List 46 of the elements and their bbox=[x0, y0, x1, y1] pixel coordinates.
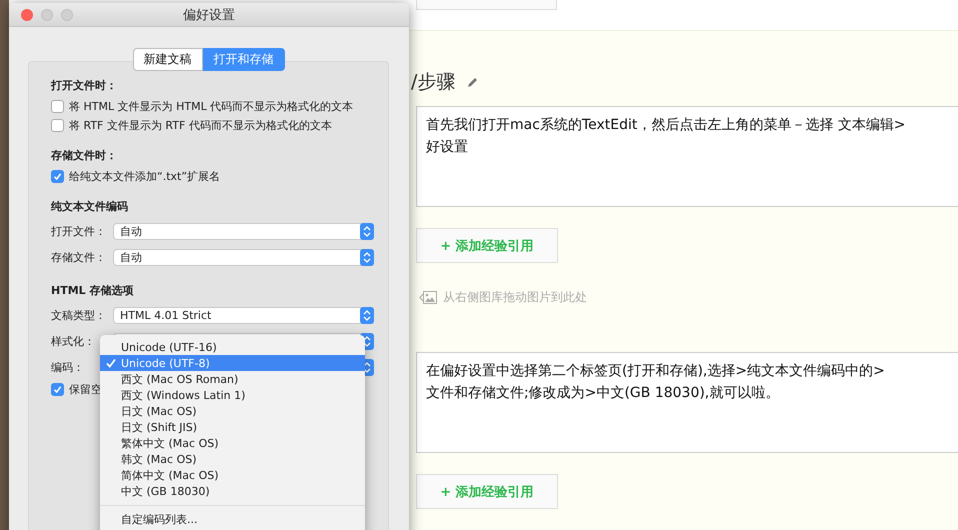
menu-item[interactable]: 简体中文 (Mac OS) bbox=[100, 467, 365, 483]
field-label: 存储文件： bbox=[51, 250, 106, 264]
checkbox[interactable] bbox=[51, 119, 64, 132]
menu-item[interactable]: 西文 (Mac OS Roman) bbox=[100, 371, 365, 387]
menu-item[interactable]: Unicode (UTF-16) bbox=[100, 339, 365, 355]
menu-item[interactable]: 日文 (Shift JIS) bbox=[100, 419, 365, 435]
step-text[interactable]: 在偏好设置中选择第二个标签页(打开和存储),选择>纯文本文件编码中的> 文件和存储文件;修改成为>中文(GB 18030),就可以啦。 bbox=[416, 352, 958, 453]
close-button[interactable] bbox=[21, 8, 33, 20]
stepper-icon bbox=[360, 222, 374, 240]
dropdown[interactable]: HTML 4.01 Strict bbox=[113, 306, 374, 324]
section-heading: 打开文件时： bbox=[51, 78, 118, 93]
field-label: 打开文件： bbox=[51, 224, 106, 238]
checkmark-icon bbox=[106, 358, 116, 368]
image-icon bbox=[419, 290, 437, 304]
zoom-button[interactable] bbox=[61, 8, 73, 20]
section-heading: HTML 存储选项 bbox=[51, 283, 134, 298]
dropdown[interactable]: 自动 bbox=[113, 248, 374, 266]
minimize-button[interactable] bbox=[41, 8, 53, 20]
dropdown[interactable]: 自动 bbox=[113, 222, 374, 240]
section-heading: 存储文件时： bbox=[51, 148, 118, 163]
page-button[interactable] bbox=[416, 0, 557, 10]
drop-hint: 从右侧图库拖动图片到此处 bbox=[443, 288, 587, 306]
checkbox[interactable] bbox=[51, 170, 64, 183]
step-text[interactable]: 首先我们打开mac系统的TextEdit，然后点击左上角的菜单－选择 文本编辑> 好设置 bbox=[416, 106, 958, 207]
checkbox[interactable] bbox=[51, 383, 64, 396]
menu-item[interactable]: 中文 (GB 18030) bbox=[100, 483, 365, 499]
section-heading: 纯文本文件编码 bbox=[51, 199, 129, 214]
checkbox[interactable] bbox=[51, 100, 64, 113]
stepper-icon bbox=[360, 248, 374, 266]
field-label: 文稿类型： bbox=[51, 308, 106, 322]
window-title: 偏好设置 bbox=[183, 8, 235, 22]
checkbox-label: 将 RTF 文件显示为 RTF 代码而不显示为格式化的文本 bbox=[69, 118, 332, 133]
pencil-icon[interactable] bbox=[467, 76, 480, 88]
menu-item[interactable]: 日文 (Mac OS) bbox=[100, 403, 365, 419]
menu-item[interactable]: 繁体中文 (Mac OS) bbox=[100, 435, 365, 451]
field-label: 样式化： bbox=[51, 334, 95, 348]
section-title: /步骤 bbox=[411, 70, 456, 95]
checkbox-label: 将 HTML 文件显示为 HTML 代码而不显示为格式化的文本 bbox=[69, 99, 354, 114]
stepper-icon bbox=[360, 306, 374, 324]
menu-item[interactable]: 自定编码列表... bbox=[100, 511, 365, 527]
menu-item[interactable]: Unicode (UTF-8) bbox=[100, 355, 365, 371]
checkbox-label: 给纯文本文件添加“.txt”扩展名 bbox=[69, 169, 220, 184]
field-label: 编码： bbox=[51, 360, 84, 374]
menu-item[interactable]: 韩文 (Mac OS) bbox=[100, 451, 365, 467]
tab[interactable]: 新建文稿 bbox=[132, 48, 202, 71]
menu-item[interactable]: 西文 (Windows Latin 1) bbox=[100, 387, 365, 403]
